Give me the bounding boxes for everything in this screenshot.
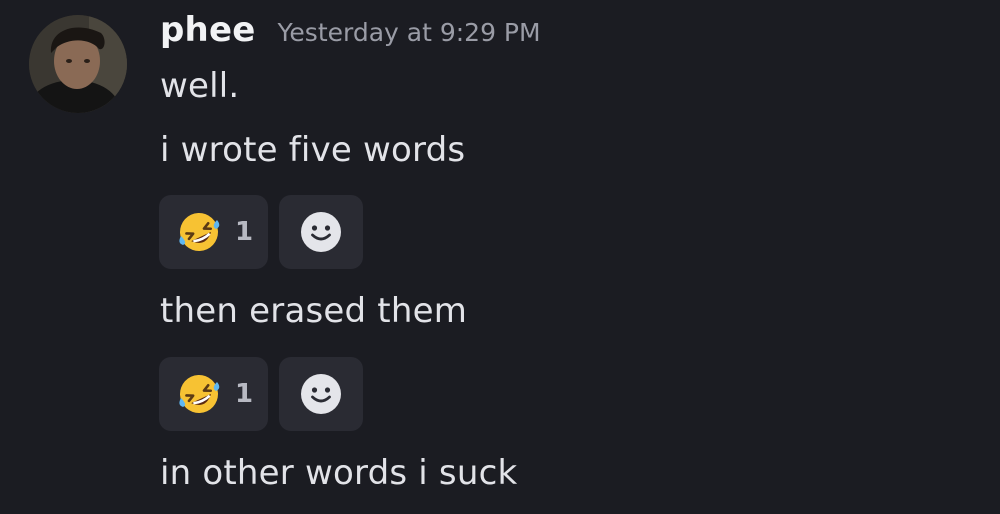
avatar-photo — [29, 15, 127, 113]
reaction-count: 1 — [235, 217, 254, 247]
rolling-on-floor-laughing-icon — [179, 375, 220, 413]
reaction-bar: 1 — [159, 195, 363, 269]
message-line: in other words i suck — [160, 453, 518, 493]
message-line: well. — [160, 66, 240, 106]
rolling-on-floor-laughing-icon — [179, 213, 220, 251]
smiley-face-icon — [301, 212, 341, 252]
add-reaction-button[interactable] — [279, 357, 363, 431]
add-reaction-button[interactable] — [279, 195, 363, 269]
reaction-rofl[interactable]: 1 — [159, 357, 268, 431]
avatar[interactable] — [29, 15, 127, 113]
reaction-rofl[interactable]: 1 — [159, 195, 268, 269]
timestamp[interactable]: Yesterday at 9:29 PM — [277, 18, 540, 47]
message-header: phee Yesterday at 9:29 PM — [160, 10, 541, 56]
message-line: i wrote five words — [160, 130, 466, 170]
reaction-bar: 1 — [159, 357, 363, 431]
smiley-face-icon — [301, 374, 341, 414]
message-line: then erased them — [160, 291, 468, 331]
reaction-count: 1 — [235, 379, 254, 409]
username[interactable]: phee — [160, 10, 255, 50]
